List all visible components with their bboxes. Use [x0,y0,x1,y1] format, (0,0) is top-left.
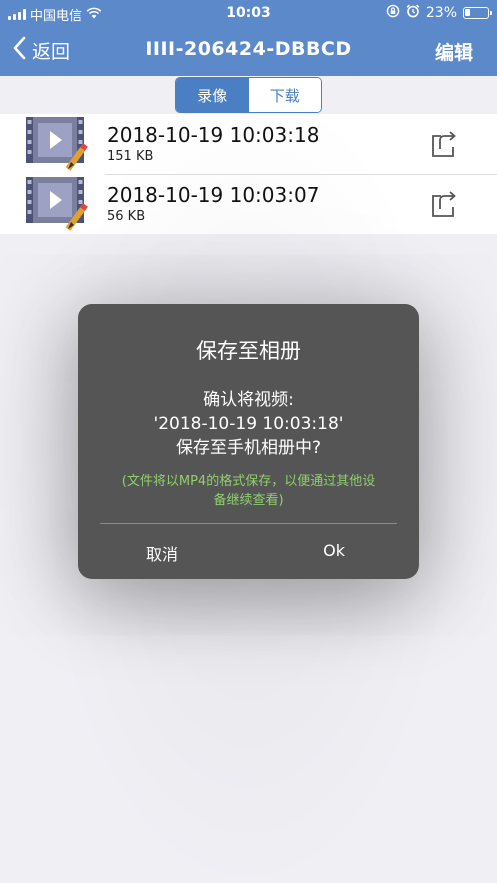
share-icon[interactable] [431,190,457,218]
dialog-note: (文件将以MP4的格式保存，以便通过其他设 备继续查看) [98,472,399,510]
dialog-message: 确认将视频: '2018-10-19 10:03:18' 保存至手机相册中? [78,388,419,460]
tab-downloads[interactable]: 下载 [248,78,321,112]
dialog-message-line: 保存至手机相册中? [175,438,322,458]
recording-size: 151 KB [107,149,154,164]
page-title: IIII-206424-DBBCD [145,38,352,60]
save-to-album-dialog: 保存至相册 确认将视频: '2018-10-19 10:03:18' 保存至手机… [78,304,419,579]
recording-title: 2018-10-19 10:03:07 [107,183,320,207]
recording-title: 2018-10-19 10:03:18 [107,123,320,147]
alarm-icon [406,4,420,22]
dialog-message-line: '2018-10-19 10:03:18' [153,414,344,434]
dialog-note-line: 备继续查看) [213,493,284,508]
battery-fill [465,9,470,16]
orientation-lock-icon [386,4,400,22]
edit-button[interactable]: 编辑 [435,38,473,65]
dialog-title: 保存至相册 [196,339,301,363]
ok-button[interactable]: Ok [323,541,345,560]
segmented-control: 录像 下载 [175,77,322,113]
status-bar: 中国电信 10:03 23% [0,0,497,26]
recording-size: 56 KB [107,209,146,224]
dialog-message-line: 确认将视频: [203,390,294,410]
tab-recordings[interactable]: 录像 [176,78,249,112]
battery-percent: 23% [425,5,457,21]
segment-bar: 录像 下载 [0,76,497,114]
dialog-divider [100,523,397,524]
video-thumbnail-icon [26,177,88,231]
list-item[interactable]: 2018-10-19 10:03:18 151 KB [0,114,497,174]
video-thumbnail-icon [26,117,88,171]
recording-list: 2018-10-19 10:03:18 151 KB 2018-10-19 10… [0,114,497,234]
dialog-note-line: (文件将以MP4的格式保存，以便通过其他设 [121,474,376,489]
status-right: 23% [386,4,492,22]
cancel-button[interactable]: 取消 [146,541,178,565]
battery-icon [463,7,492,19]
share-icon[interactable] [431,130,457,158]
list-item[interactable]: 2018-10-19 10:03:07 56 KB [0,174,497,234]
nav-bar: 返回 IIII-206424-DBBCD 编辑 [0,26,497,76]
